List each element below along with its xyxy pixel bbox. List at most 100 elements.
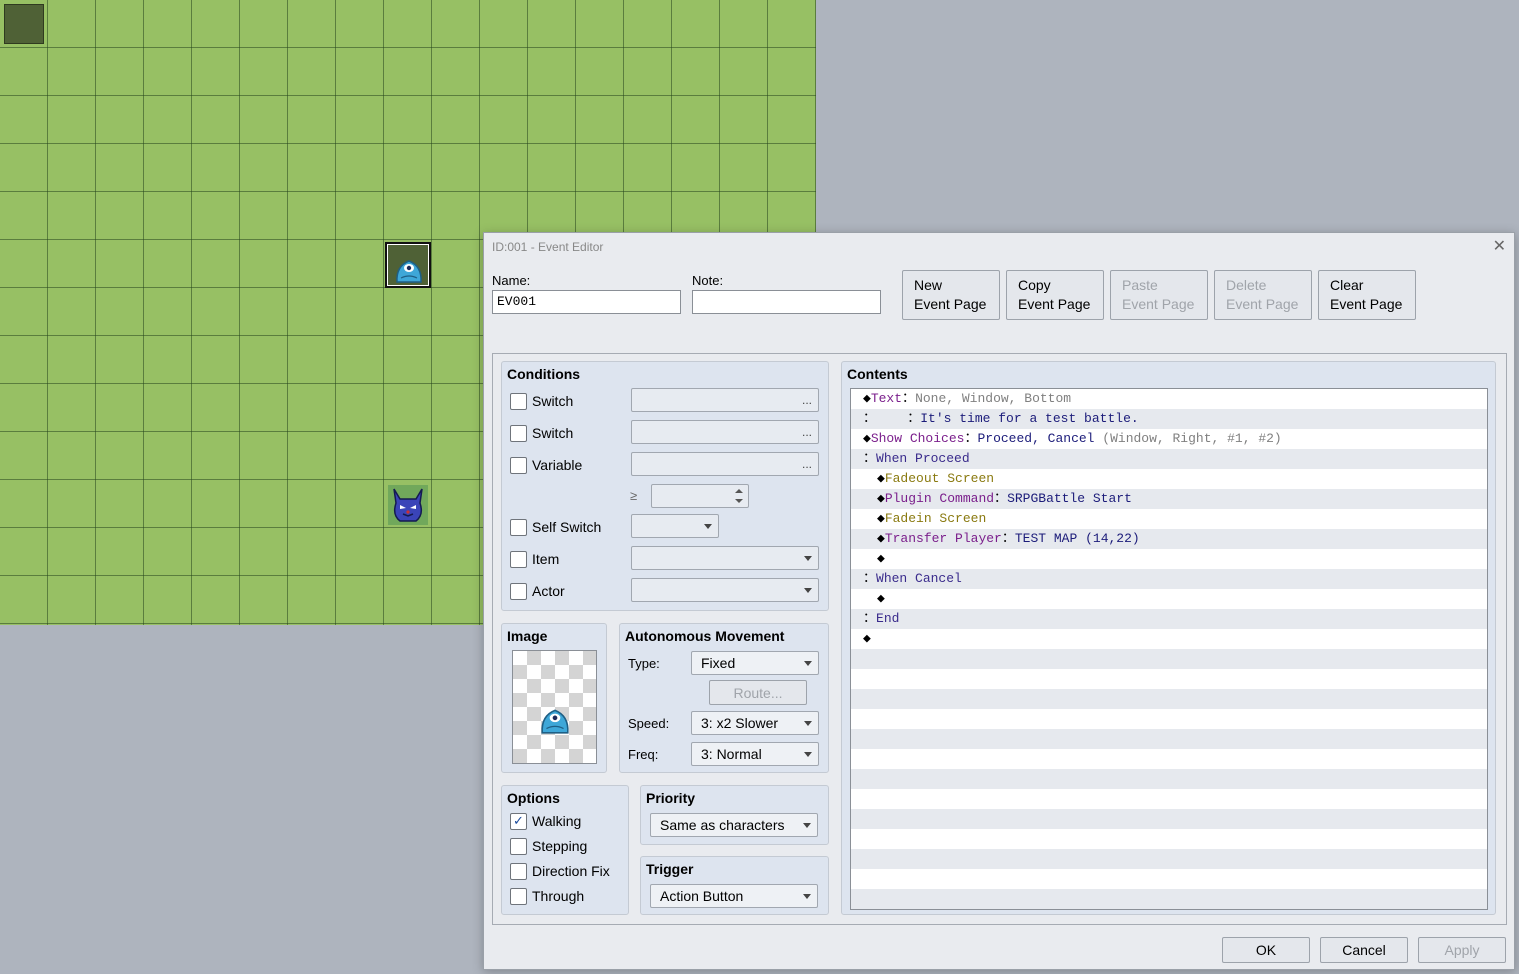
command-text: ：: [1001, 531, 1015, 546]
command-line[interactable]: ◆Show Choices：Proceed, Cancel (Window, R…: [851, 429, 1487, 449]
command-line[interactable]: ：When Proceed: [851, 449, 1487, 469]
command-line[interactable]: ◆: [851, 589, 1487, 609]
close-icon[interactable]: ✕: [1493, 236, 1506, 256]
command-text: It's time for a test battle.: [920, 411, 1139, 426]
copy-event-page-line2: Event Page: [1018, 296, 1091, 312]
checkbox-box[interactable]: [510, 424, 527, 442]
condition-variable-select[interactable]: ...: [631, 452, 819, 476]
condition-actor-select[interactable]: [631, 578, 819, 602]
diamond-bullet-icon: ◆: [877, 511, 885, 526]
checkbox-box[interactable]: [510, 862, 527, 880]
event-command-list[interactable]: ◆Text：None, Window, Bottom ： ： It's time f…: [850, 388, 1488, 910]
condition-switch1-checkbox[interactable]: Switch: [510, 392, 573, 410]
checkmark-icon[interactable]: ✓: [510, 812, 527, 830]
copy-event-page-button[interactable]: Copy Event Page: [1006, 270, 1104, 320]
ok-button[interactable]: OK: [1222, 937, 1310, 963]
trigger-select[interactable]: Action Button: [650, 884, 818, 908]
command-text: ：: [863, 411, 877, 426]
movement-speed-select[interactable]: 3: x2 Slower: [691, 711, 819, 735]
command-line[interactable]: ◆Fadein Screen: [851, 509, 1487, 529]
priority-select[interactable]: Same as characters: [650, 813, 818, 837]
ellipsis-icon: ...: [801, 457, 812, 471]
priority-group: Priority Same as characters: [640, 785, 829, 845]
clear-event-page-button[interactable]: Clear Event Page: [1318, 270, 1416, 320]
command-line[interactable]: ：When Cancel: [851, 569, 1487, 589]
command-line[interactable]: ◆Plugin Command：SRPGBattle Start: [851, 489, 1487, 509]
diamond-bullet-icon: ◆: [877, 591, 885, 606]
condition-actor-checkbox[interactable]: Actor: [510, 582, 565, 600]
checkbox-box[interactable]: [510, 550, 527, 568]
condition-switch2-checkbox[interactable]: Switch: [510, 424, 573, 442]
checkbox-box[interactable]: [510, 392, 527, 410]
map-tile-selected[interactable]: [4, 4, 44, 44]
priority-value: Same as characters: [660, 817, 785, 833]
map-event-slime[interactable]: [385, 242, 431, 288]
route-button[interactable]: Route...: [709, 680, 807, 705]
note-input[interactable]: [692, 290, 881, 314]
checkbox-box[interactable]: [510, 887, 527, 905]
delete-event-page-line2: Event Page: [1226, 296, 1299, 312]
new-event-page-button[interactable]: New Event Page: [902, 270, 1000, 320]
event-image-preview[interactable]: [512, 650, 597, 764]
checkbox-box[interactable]: [510, 456, 527, 474]
command-text: ：: [863, 451, 877, 466]
conditions-group: Conditions Switch ... Switch ... Variabl…: [501, 361, 829, 611]
movement-type-select[interactable]: Fixed: [691, 651, 819, 675]
new-event-page-line1: New: [914, 277, 943, 293]
option-through-label: Through: [532, 888, 585, 904]
variable-value-spinner[interactable]: [651, 484, 749, 508]
slime-sprite-icon: [541, 709, 569, 734]
movement-freq-select[interactable]: 3: Normal: [691, 742, 819, 766]
command-line[interactable]: ： ：It's time for a test battle.: [851, 409, 1487, 429]
command-text: SRPGBattle Start: [1007, 491, 1132, 506]
condition-item-label: Item: [532, 551, 560, 567]
checkbox-box[interactable]: [510, 837, 527, 855]
condition-switch1-label: Switch: [532, 393, 574, 409]
option-direction-fix-checkbox[interactable]: Direction Fix: [510, 862, 610, 880]
command-text: ：: [994, 491, 1008, 506]
paste-event-page-line1: Paste: [1122, 277, 1158, 293]
command-line[interactable]: ◆Transfer Player：TEST MAP (14,22): [851, 529, 1487, 549]
condition-switch2-label: Switch: [532, 425, 574, 441]
slime-sprite-icon: [396, 260, 422, 283]
dialog-title: ID:001 - Event Editor: [492, 240, 604, 254]
command-text: Proceed, Cancel: [977, 431, 1103, 446]
command-line[interactable]: ◆: [851, 549, 1487, 569]
command-line[interactable]: ：End: [851, 609, 1487, 629]
checkbox-box[interactable]: [510, 518, 527, 536]
new-event-page-line2: Event Page: [914, 296, 987, 312]
command-text: Show Choices: [870, 431, 965, 446]
condition-item-checkbox[interactable]: Item: [510, 550, 559, 568]
command-text: Text: [870, 391, 903, 406]
command-line[interactable]: ◆Text：None, Window, Bottom: [851, 389, 1487, 409]
paste-event-page-button[interactable]: Paste Event Page: [1110, 270, 1208, 320]
condition-switch2-select[interactable]: ...: [631, 420, 819, 444]
movement-type-label: Type:: [628, 656, 660, 671]
condition-self-switch-select[interactable]: [631, 514, 719, 538]
note-label: Note:: [692, 273, 724, 288]
option-walking-checkbox[interactable]: ✓ Walking: [510, 812, 581, 830]
options-title: Options: [507, 790, 560, 806]
spinner-up-icon[interactable]: [735, 489, 743, 493]
condition-switch1-select[interactable]: ...: [631, 388, 819, 412]
apply-button[interactable]: Apply: [1418, 937, 1506, 963]
chevron-down-icon: [803, 823, 811, 828]
command-line[interactable]: ◆Fadeout Screen: [851, 469, 1487, 489]
dialog-titlebar[interactable]: ID:001 - Event Editor ✕: [484, 233, 1514, 261]
name-input[interactable]: EV001: [492, 290, 681, 314]
monster-sprite-icon[interactable]: [388, 485, 428, 525]
conditions-title: Conditions: [507, 366, 581, 382]
delete-event-page-button[interactable]: Delete Event Page: [1214, 270, 1312, 320]
cancel-button[interactable]: Cancel: [1320, 937, 1408, 963]
checkbox-box[interactable]: [510, 582, 527, 600]
diamond-bullet-icon: ◆: [877, 491, 885, 506]
command-line[interactable]: ◆: [851, 629, 1487, 649]
condition-variable-checkbox[interactable]: Variable: [510, 456, 582, 474]
option-through-checkbox[interactable]: Through: [510, 887, 584, 905]
option-stepping-checkbox[interactable]: Stepping: [510, 837, 587, 855]
condition-self-switch-checkbox[interactable]: Self Switch: [510, 518, 601, 536]
command-text: Fadeout Screen: [884, 471, 995, 486]
spinner-down-icon[interactable]: [735, 499, 743, 503]
chevron-down-icon: [804, 588, 812, 593]
condition-item-select[interactable]: [631, 546, 819, 570]
